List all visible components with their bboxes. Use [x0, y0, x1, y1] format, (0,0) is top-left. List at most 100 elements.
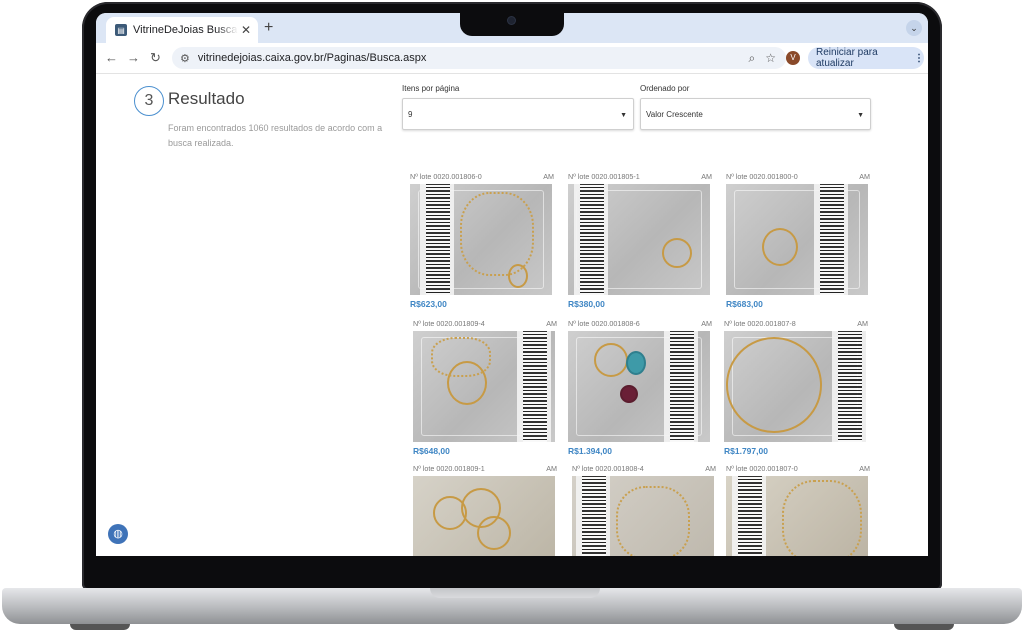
- state-code: AM: [546, 464, 557, 473]
- chevron-down-icon: ▼: [857, 112, 864, 119]
- jewelry-photo[interactable]: [572, 476, 714, 556]
- lot-number: Nº lote 0020.001806-0: [410, 172, 482, 181]
- lot-number: Nº lote 0020.001809-4: [413, 319, 485, 328]
- price-label: R$683,00: [726, 299, 763, 309]
- price-label: R$380,00: [568, 299, 605, 309]
- product-card[interactable]: Nº lote 0020.001807-0 AM: [726, 464, 872, 556]
- lot-number: Nº lote 0020.001808-6: [568, 319, 640, 328]
- zoom-icon[interactable]: ⌕: [749, 51, 756, 66]
- ring-shape: [477, 516, 511, 550]
- price-label: R$648,00: [413, 446, 450, 456]
- barcode-label: [574, 184, 608, 295]
- barcode-label: [814, 184, 848, 295]
- product-card[interactable]: Nº lote 0020.001808-6 AM R$1.394,00: [568, 319, 714, 467]
- barcode-label: [832, 331, 866, 442]
- result-count-text: Foram encontrados 1060 resultados de aco…: [168, 123, 383, 148]
- lot-number: Nº lote 0020.001809-1: [413, 464, 485, 473]
- jewelry-photo[interactable]: [413, 476, 555, 556]
- order-by-value: Valor Crescente: [646, 109, 703, 119]
- state-code: AM: [546, 319, 557, 328]
- browser-toolbar: ← → ↻ ⚙ vitrinedejoias.caixa.gov.br/Pagi…: [96, 43, 928, 74]
- jewelry-photo[interactable]: [724, 331, 866, 442]
- lot-number: Nº lote 0020.001807-0: [726, 464, 798, 473]
- product-card[interactable]: Nº lote 0020.001806-0 AM R$623,00: [410, 172, 556, 320]
- address-bar[interactable]: ⚙ vitrinedejoias.caixa.gov.br/Paginas/Bu…: [172, 47, 786, 69]
- browser-tab[interactable]: ▤ VitrineDeJoias Buscar Contra ✕: [106, 17, 258, 43]
- camera-icon: [508, 17, 515, 24]
- screen: ▤ VitrineDeJoias Buscar Contra ✕ + ⌄ ← →…: [96, 13, 928, 556]
- chain-shape: [782, 480, 862, 556]
- site-settings-icon[interactable]: ⚙: [180, 52, 190, 65]
- barcode-label: [664, 331, 698, 442]
- jewelry-photo[interactable]: [726, 184, 868, 295]
- tab-search-icon[interactable]: ⌄: [906, 20, 922, 36]
- chain-shape: [460, 192, 534, 276]
- jewelry-photo[interactable]: [726, 476, 868, 556]
- product-card[interactable]: Nº lote 0020.001809-1 AM: [413, 464, 559, 556]
- lot-number: Nº lote 0020.001807-8: [724, 319, 796, 328]
- product-card[interactable]: Nº lote 0020.001805-1 AM R$380,00: [568, 172, 714, 320]
- items-per-page-label: Itens por página: [402, 84, 460, 93]
- price-label: R$623,00: [410, 299, 447, 309]
- state-code: AM: [857, 319, 868, 328]
- restart-to-update-button[interactable]: Reiniciar para atualizar ⋮: [808, 47, 924, 69]
- bangle-shape: [726, 337, 822, 433]
- tab-title: VitrineDeJoias Buscar Contra: [133, 24, 238, 36]
- order-by-select[interactable]: Valor Crescente ▼: [640, 98, 871, 130]
- step-number-badge: 3: [134, 86, 164, 116]
- state-code: AM: [859, 464, 870, 473]
- barcode-label: [576, 476, 610, 556]
- order-by-label: Ordenado por: [640, 84, 690, 93]
- url-text[interactable]: vitrinedejoias.caixa.gov.br/Paginas/Busc…: [198, 52, 749, 64]
- price-label: R$1.797,00: [724, 446, 768, 456]
- laptop-foot: [70, 624, 130, 630]
- page-title: Resultado: [168, 89, 245, 108]
- cookie-icon[interactable]: ◍: [108, 524, 128, 544]
- product-card[interactable]: Nº lote 0020.001809-4 AM R$648,00: [413, 319, 559, 467]
- chain-shape: [616, 486, 690, 556]
- gem-pendant-shape: [626, 351, 646, 375]
- new-tab-button[interactable]: +: [264, 19, 273, 37]
- barcode-label: [517, 331, 551, 442]
- jewelry-photo[interactable]: [413, 331, 555, 442]
- profile-avatar[interactable]: V: [786, 51, 800, 65]
- items-per-page-value: 9: [408, 109, 413, 119]
- star-icon[interactable]: ☆: [765, 51, 776, 65]
- lot-number: Nº lote 0020.001808-4: [572, 464, 644, 473]
- product-card[interactable]: Nº lote 0020.001808-4 AM: [572, 464, 718, 556]
- state-code: AM: [705, 464, 716, 473]
- state-code: AM: [859, 172, 870, 181]
- red-stone-shape: [620, 385, 638, 403]
- restart-label: Reiniciar para atualizar: [816, 47, 878, 69]
- barcode-label: [732, 476, 766, 556]
- items-per-page-select[interactable]: 9 ▼: [402, 98, 634, 130]
- ring-shape: [762, 228, 798, 266]
- lot-number: Nº lote 0020.001805-1: [568, 172, 640, 181]
- back-arrow-icon[interactable]: ←: [105, 50, 118, 65]
- product-card[interactable]: Nº lote 0020.001807-8 AM R$1.797,00: [724, 319, 870, 467]
- state-code: AM: [701, 319, 712, 328]
- chevron-down-icon: ▼: [620, 112, 627, 119]
- forward-arrow-icon[interactable]: →: [127, 50, 140, 65]
- reload-icon[interactable]: ↻: [150, 50, 161, 66]
- kebab-menu-icon[interactable]: ⋮: [914, 53, 924, 64]
- star-pendant-shape: [594, 343, 628, 377]
- pendant-shape: [508, 264, 528, 288]
- page-content: 3 Resultado Foram encontrados 1060 resul…: [96, 74, 928, 556]
- chain-shape: [431, 337, 491, 377]
- jewelry-photo[interactable]: [568, 331, 710, 442]
- price-label: R$1.394,00: [568, 446, 612, 456]
- state-code: AM: [543, 172, 554, 181]
- ring-shape: [662, 238, 692, 268]
- state-code: AM: [701, 172, 712, 181]
- laptop-opening-lip: [430, 588, 600, 598]
- lot-number: Nº lote 0020.001800-0: [726, 172, 798, 181]
- laptop-foot: [894, 624, 954, 630]
- barcode-label: [420, 184, 454, 295]
- camera-notch: [460, 8, 564, 36]
- site-favicon-icon: ▤: [115, 24, 127, 36]
- tab-close-icon[interactable]: ✕: [238, 23, 254, 37]
- jewelry-photo[interactable]: [568, 184, 710, 295]
- jewelry-photo[interactable]: [410, 184, 552, 295]
- product-card[interactable]: Nº lote 0020.001800-0 AM R$683,00: [726, 172, 872, 320]
